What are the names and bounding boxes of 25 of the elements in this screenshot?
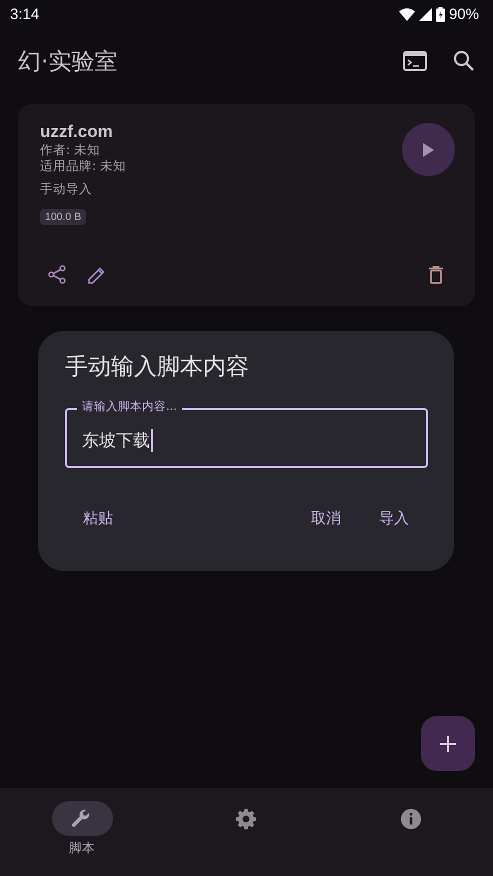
dialog-button[interactable]: 粘贴 — [65, 501, 131, 536]
search-icon[interactable] — [453, 50, 475, 72]
script-input-field[interactable]: 请输入脚本内容... 东坡下载 — [65, 399, 428, 468]
edit-icon[interactable] — [88, 266, 106, 284]
status-time: 3:14 — [10, 6, 40, 22]
add-button[interactable] — [421, 716, 475, 771]
script-title: uzzf.com — [40, 122, 113, 142]
script-author: 作者: 未知 — [40, 142, 100, 158]
dialog-title: 手动输入脚本内容 — [65, 353, 250, 382]
signal-icon — [418, 8, 432, 20]
plus-icon — [440, 736, 456, 752]
script-brand: 适用品牌: 未知 — [40, 158, 126, 174]
wifi-icon — [398, 8, 415, 20]
app-title: 幻·实验室 — [18, 48, 118, 76]
delete-icon[interactable] — [429, 266, 443, 284]
battery-percent: 90% — [448, 6, 479, 22]
info-icon — [400, 808, 422, 830]
share-icon[interactable] — [48, 265, 66, 284]
play-icon — [423, 142, 434, 156]
nav-tab[interactable]: 脚本 — [0, 801, 164, 876]
terminal-icon[interactable] — [403, 51, 427, 71]
script-source: 手动导入 — [40, 181, 92, 197]
battery-icon — [436, 6, 445, 22]
size-tag: 100.0 B — [40, 209, 86, 225]
settings-icon — [235, 808, 258, 830]
